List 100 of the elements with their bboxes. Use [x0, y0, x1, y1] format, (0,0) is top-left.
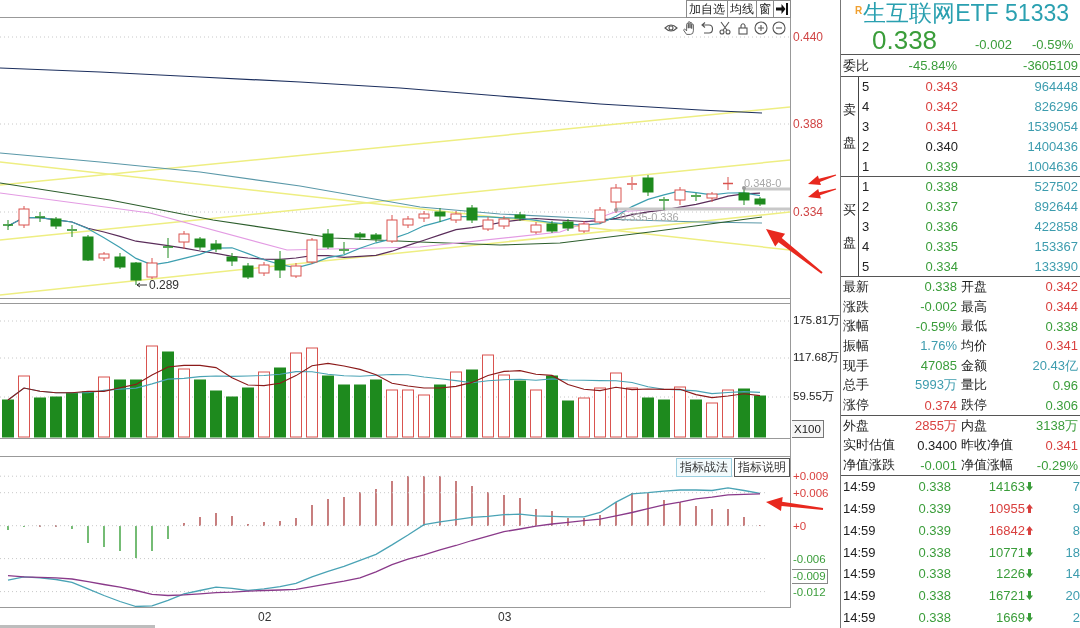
trade-volume: 10955: [988, 501, 1025, 517]
order-volume: 826296: [1033, 99, 1078, 115]
trade-price: 0.338: [917, 479, 951, 495]
axis-label: 59.55万: [793, 389, 834, 403]
trade-time: 14:59: [843, 479, 877, 495]
trade-price: 0.339: [917, 522, 951, 538]
order-price: 0.338: [924, 179, 958, 195]
trade-number: 9: [1071, 501, 1080, 517]
stat-value: 3138万: [1036, 416, 1078, 435]
trade-number: 18: [1064, 544, 1080, 560]
trade-time: 14:59: [843, 544, 877, 560]
ratio-percent: -45.84%: [907, 58, 957, 73]
scrollbar[interactable]: [0, 625, 155, 628]
value-marker: -0.009: [792, 569, 828, 584]
level-number: 2: [862, 138, 871, 154]
trade-number: 2: [1071, 609, 1080, 625]
stat-value: -0.29%: [1036, 457, 1078, 473]
arrow-to-bar-icon: [776, 3, 788, 15]
stat-label: 最新: [843, 277, 869, 296]
level-number: 4: [862, 238, 871, 254]
stat-value: -0.001: [920, 457, 957, 473]
stat-value: 0.342: [1045, 279, 1078, 295]
level-number: 1: [862, 179, 871, 195]
order-volume: 527502: [1033, 179, 1078, 195]
stat-value: 5993万: [915, 376, 957, 395]
stat-value: 20.43亿: [1032, 356, 1078, 375]
panel-toggle-button[interactable]: [774, 0, 791, 18]
stat-value: 0.338: [924, 279, 957, 295]
order-volume: 422858: [1033, 219, 1078, 234]
quote-title: 生互联网ETF 51333: [863, 0, 1070, 27]
trade-price: 0.338: [917, 609, 951, 625]
stat-label: 金额: [961, 356, 987, 375]
trade-volume: 16721: [988, 587, 1025, 603]
stat-value: 0.338: [1045, 318, 1078, 334]
level-number: 3: [862, 119, 871, 134]
stat-value: 0.306: [1045, 397, 1078, 413]
trade-volume: 1669: [996, 609, 1025, 625]
stat-value: -0.002: [920, 299, 957, 315]
side-label: 买盘: [843, 201, 856, 252]
stat-value: 0.341: [1045, 438, 1078, 453]
stat-label: 量比: [961, 376, 987, 395]
order-volume: 1539054: [1026, 119, 1078, 134]
stat-value: 47085: [920, 358, 957, 374]
level-number: 4: [862, 99, 871, 115]
tag-letter: R: [855, 5, 863, 17]
stat-value: 0.96: [1052, 377, 1078, 393]
order-price: 0.334: [924, 258, 958, 274]
scale-label: X100: [792, 420, 824, 438]
axis-label: 0.334: [793, 205, 824, 219]
trade-number: 7: [1071, 479, 1080, 495]
stat-label: 净值涨幅: [961, 456, 1013, 475]
annotation-arrow: [808, 174, 837, 186]
stat-value: 1.76%: [920, 338, 957, 354]
level-number: 3: [862, 219, 871, 234]
stat-label: 昨收净值: [961, 436, 1013, 455]
annotation-arrow: [808, 188, 837, 199]
side-label: 卖盘: [843, 101, 856, 152]
level-number: 5: [862, 79, 871, 95]
order-price: 0.335: [924, 238, 958, 254]
stat-label: 总手: [843, 376, 869, 395]
x-axis-label: 02: [258, 610, 272, 624]
toolbar-button[interactable]: 均线: [728, 0, 757, 18]
stat-label: 开盘: [961, 277, 987, 296]
stat-label: 涨跌: [843, 297, 869, 316]
order-volume: 964448: [1033, 79, 1078, 95]
toolbar-button[interactable]: 窗: [757, 0, 774, 18]
order-price: 0.336: [924, 219, 958, 234]
axis-label: 175.81万: [793, 313, 841, 327]
level-number: 2: [862, 199, 871, 215]
stat-value: 0.3400: [917, 438, 957, 453]
stat-label: 跌停: [961, 396, 987, 415]
order-price: 0.343: [924, 79, 958, 95]
stat-label: 振幅: [843, 337, 869, 355]
stat-label: 最高: [961, 297, 987, 316]
stat-label: 实时估值: [843, 436, 895, 455]
price-change: -0.002: [975, 37, 1013, 52]
percent-change: -0.59%: [1032, 37, 1074, 52]
axis-label: +0.009: [793, 469, 829, 484]
trade-volume: 16842: [988, 522, 1025, 538]
stat-value: -0.59%: [915, 318, 957, 334]
axis-label: -0.012: [793, 584, 826, 599]
order-volume: 892644: [1033, 199, 1078, 215]
trade-time: 14:59: [843, 501, 877, 517]
trade-number: 8: [1071, 522, 1080, 538]
trade-number: 20: [1064, 587, 1080, 603]
stat-label: 现手: [843, 356, 869, 375]
stat-value: 0.341: [1045, 338, 1078, 354]
stat-value: 0.374: [924, 397, 957, 413]
axis-label: -0.006: [793, 551, 826, 566]
toolbar-button[interactable]: 加自选: [686, 0, 728, 18]
order-price: 0.340: [924, 138, 958, 154]
trade-number: 14: [1064, 566, 1080, 582]
axis-label: +0: [793, 518, 807, 533]
axis-label: 117.68万: [793, 350, 840, 364]
axis-label: 0.440: [793, 30, 824, 44]
trade-time: 14:59: [843, 587, 877, 603]
ratio-difference: -3605109: [1022, 58, 1078, 73]
stat-label: 外盘: [843, 416, 869, 435]
trade-volume: 14163: [988, 479, 1025, 495]
level-number: 1: [862, 158, 871, 174]
